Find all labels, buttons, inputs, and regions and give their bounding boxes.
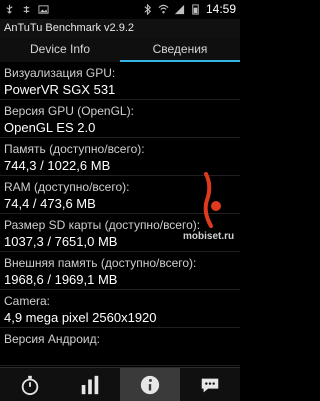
bottom-tab-test[interactable] [0, 368, 60, 401]
row-value: PowerVR SGX 531 [4, 82, 116, 97]
stopwatch-icon [21, 375, 39, 395]
usb-debug-icon [23, 5, 30, 14]
list-item: Внешняя память (доступно/всего): 1968,6 … [0, 252, 240, 290]
row-value: 74,4 / 473,6 MB [4, 196, 96, 211]
row-label: Версия GPU (OpenGL): [4, 104, 134, 118]
bottom-tab-info[interactable] [120, 368, 180, 401]
row-label: Память (доступно/всего): [4, 142, 145, 156]
tab-device-info[interactable]: Device Info [0, 38, 120, 62]
usb-icon [6, 4, 13, 14]
row-value: 4,9 mega pixel 2560x1920 [4, 310, 157, 325]
list-item: Camera: 4,9 mega pixel 2560x1920 [0, 290, 240, 328]
app-title: AnTuTu Benchmark v2.9.2 [4, 22, 135, 34]
list-item: Визуализация GPU: PowerVR SGX 531 [0, 62, 240, 100]
signal-icon [174, 4, 185, 14]
row-value: OpenGL ES 2.0 [4, 120, 96, 135]
battery-icon [192, 3, 199, 15]
system-icons: 14:59 [142, 2, 236, 16]
app-title-bar: AnTuTu Benchmark v2.9.2 [0, 19, 240, 38]
wifi-icon [158, 4, 169, 13]
row-label: Размер SD карты (доступно/всего): [4, 218, 201, 232]
bar-chart-icon [81, 375, 99, 394]
tab-bar: Device Info Сведения [0, 38, 240, 63]
row-label: Camera: [4, 294, 51, 308]
info-icon [140, 375, 160, 394]
row-value: 1037,3 / 7651,0 MB [4, 234, 118, 249]
clock: 14:59 [205, 2, 236, 16]
bottom-tab-bar [0, 367, 240, 401]
watermark-logo-icon [203, 172, 221, 228]
bottom-tab-feedback[interactable] [180, 368, 240, 401]
bottom-tab-ranking[interactable] [60, 368, 120, 401]
row-label: RAM (доступно/всего): [4, 180, 130, 194]
chat-icon [201, 378, 219, 392]
list-item: Версия GPU (OpenGL): OpenGL ES 2.0 [0, 100, 240, 138]
notification-icons [4, 4, 49, 15]
status-bar: 14:59 [0, 0, 240, 19]
row-label: Визуализация GPU: [4, 66, 116, 80]
list-item: Версия Андроид: [0, 328, 240, 366]
row-value: 1968,6 / 1969,1 MB [4, 272, 118, 287]
bluetooth-icon [144, 3, 152, 15]
row-label: Внешняя память (доступно/всего): [4, 256, 197, 270]
tab-details[interactable]: Сведения [120, 38, 240, 62]
row-value: 744,3 / 1022,6 MB [4, 158, 111, 173]
row-label: Версия Андроид: [4, 332, 100, 346]
image-icon [38, 5, 49, 14]
watermark-text: mobiset.ru [183, 231, 235, 242]
